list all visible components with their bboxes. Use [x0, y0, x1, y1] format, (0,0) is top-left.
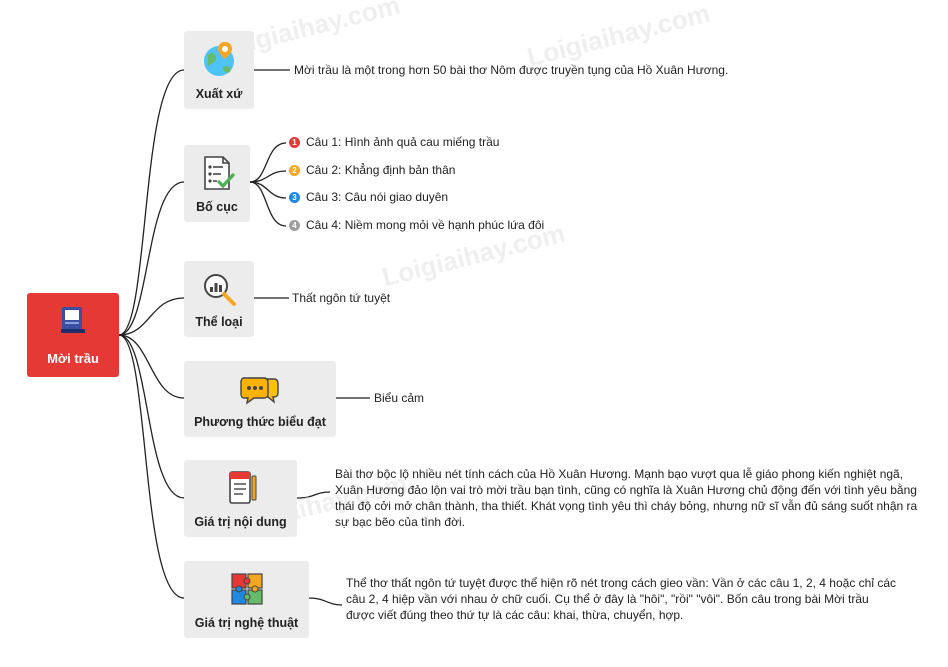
branch-gia-tri-noi-dung[interactable]: Giá trị nội dung: [184, 460, 297, 537]
magnifier-chart-icon: [204, 274, 236, 306]
branch-label: Thể loại: [195, 315, 243, 329]
root-branch-xuat-xu: [118, 69, 185, 336]
notebook-icon: [228, 471, 256, 504]
branch-label: Giá trị nghệ thuật: [194, 616, 299, 630]
root-branch-noi-dung: [118, 334, 185, 499]
branch-xuat-xu[interactable]: Xuất xứ: [184, 31, 254, 109]
leaf-line-nghe-thuat: [308, 597, 343, 606]
list-item: Câu 3: Câu nói giao duyên: [306, 190, 449, 204]
root-branch-phuong-thuc: [118, 334, 185, 399]
connector-lines: [118, 69, 370, 606]
list-item: Câu 4: Niềm mong mỏi về hạnh phúc lứa đô…: [306, 218, 545, 232]
branch-label: Phương thức biểu đạt: [194, 415, 326, 429]
puzzle-icon: [230, 573, 263, 605]
number-badge-1: 1: [289, 137, 300, 148]
leaf-line-noi-dung: [296, 491, 331, 499]
root-branch-bo-cuc: [118, 181, 185, 336]
branch-text: Biểu cảm: [374, 391, 425, 405]
root-node[interactable]: Mời trầu: [27, 293, 119, 377]
globe-pin-icon: [204, 42, 234, 76]
checklist-icon: [204, 156, 235, 190]
book-icon: [61, 307, 85, 333]
branch-label: Giá trị nội dung: [194, 515, 287, 529]
root-label: Mời trầu: [47, 351, 99, 366]
branch-bo-cuc[interactable]: Bố cục: [184, 145, 250, 222]
branch-phuong-thuc-bieu-dat[interactable]: Phương thức biểu đạt: [184, 361, 336, 437]
branch-text: Thể thơ thất ngôn tứ tuyệt được thể hiện…: [346, 576, 896, 622]
leaf-line-bo-cuc-4: [249, 181, 287, 227]
branch-text: Thất ngôn tứ tuyệt: [292, 291, 391, 305]
branch-label: Bố cục: [196, 200, 238, 214]
branch-text: Mời trầu là một trong hơn 50 bài thơ Nôm…: [294, 63, 729, 77]
branch-label: Xuất xứ: [195, 87, 243, 101]
number-badge-3: 3: [289, 192, 300, 203]
list-item: Câu 1: Hình ảnh quả cau miếng trầu: [306, 135, 500, 149]
branch-gia-tri-nghe-thuat[interactable]: Giá trị nghệ thuật: [184, 561, 309, 638]
root-branch-nghe-thuat: [118, 334, 185, 599]
chat-bubbles-icon: [240, 377, 279, 405]
number-badge-4: 4: [289, 220, 300, 231]
number-badge-2: 2: [289, 165, 300, 176]
branch-text: Bài thơ bộc lộ nhiều nét tính cách của H…: [335, 467, 918, 529]
branch-the-loai[interactable]: Thể loại: [184, 261, 254, 337]
list-item: Câu 2: Khẳng định bản thân: [306, 163, 456, 177]
